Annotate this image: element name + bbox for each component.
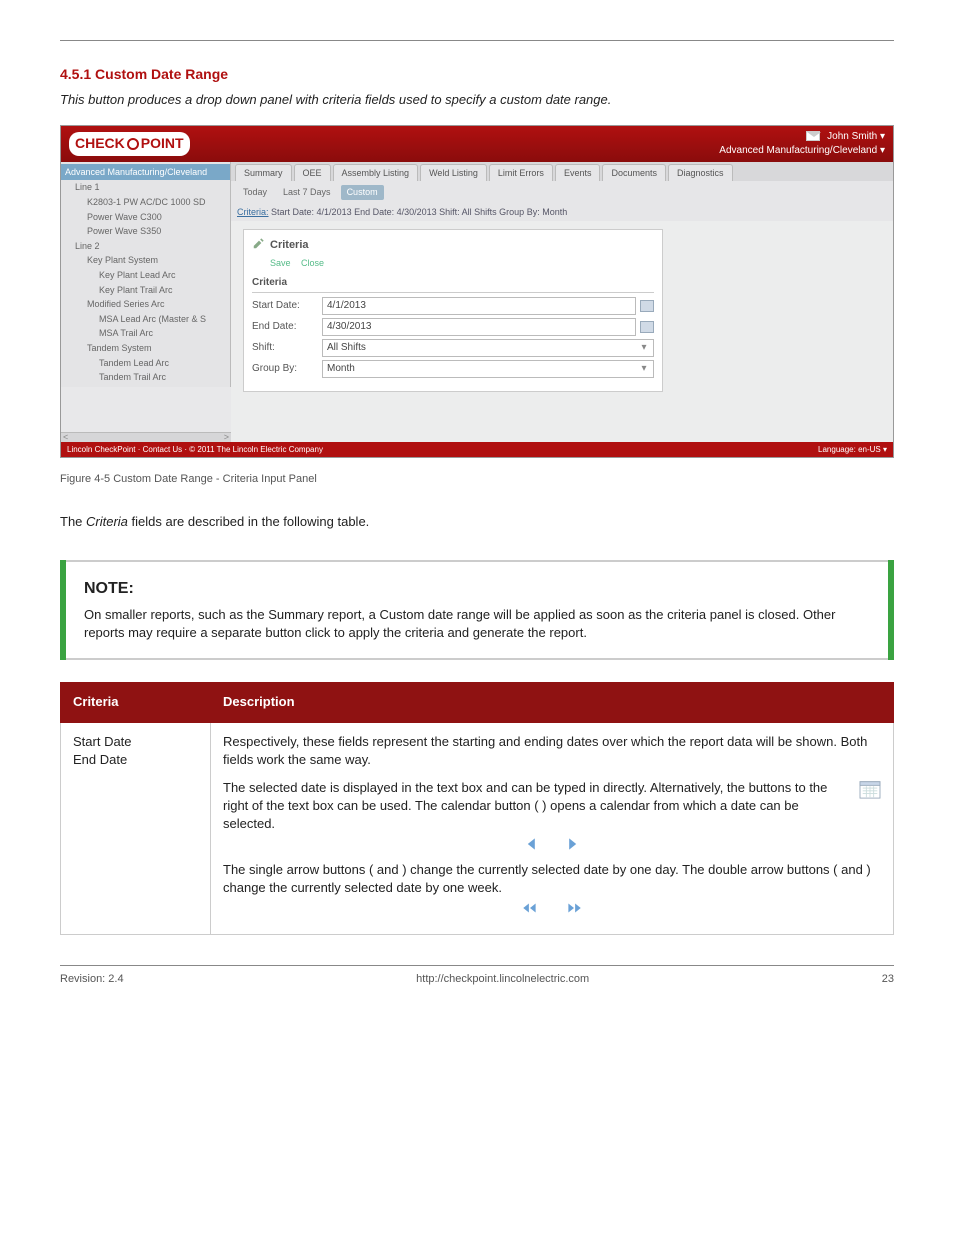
report-tab[interactable]: OEE [294, 164, 331, 182]
calendar-icon[interactable] [640, 300, 654, 312]
groupby-select[interactable]: Month▾ [322, 360, 654, 378]
tree-item[interactable]: Key Plant System [61, 253, 230, 268]
criteria-table: Criteria Description Start Date End Date… [60, 682, 894, 935]
panel-title: Criteria [270, 238, 309, 253]
start-date-label: Start Date: [252, 299, 322, 313]
section-heading: 4.5.1 Custom Date Range [60, 65, 894, 85]
report-tab[interactable]: Documents [602, 164, 666, 182]
tree-item[interactable]: Key Plant Trail Arc [61, 283, 230, 298]
shift-label: Shift: [252, 341, 322, 355]
report-tab[interactable]: Summary [235, 164, 292, 182]
report-tab[interactable]: Assembly Listing [333, 164, 419, 182]
end-date-label: End Date: [252, 320, 322, 334]
note-heading: NOTE: [84, 578, 870, 600]
mail-icon[interactable] [806, 131, 820, 141]
user-block[interactable]: John Smith ▾ Advanced Manufacturing/Clev… [719, 130, 885, 158]
tree-item[interactable]: Tandem System [61, 341, 230, 356]
date-range-tabs: Today Last 7 Days Custom [231, 181, 893, 204]
criteria-summary-text: Start Date: 4/1/2013 End Date: 4/30/2013… [271, 207, 567, 217]
footer-page: 23 [882, 972, 894, 987]
tree-item[interactable]: Line 2 [61, 239, 230, 254]
note-body: On smaller reports, such as the Summary … [84, 606, 870, 642]
app-header: CHECKPOINT John Smith ▾ Advanced Manufac… [61, 126, 893, 162]
footer-left: Lincoln CheckPoint · Contact Us · © 2011… [67, 444, 323, 455]
nav-tree[interactable]: Advanced Manufacturing/Cleveland Line 1K… [61, 162, 231, 387]
tree-item[interactable]: Line 1 [61, 180, 230, 195]
figure-caption: Figure 4-5 Custom Date Range - Criteria … [60, 472, 894, 487]
report-tab[interactable]: Events [555, 164, 601, 182]
tree-item[interactable]: Tandem Lead Arc [61, 356, 230, 371]
double-arrow-right-icon [565, 901, 583, 920]
tree-root[interactable]: Advanced Manufacturing/Cleveland [61, 164, 230, 181]
user-name: John Smith [827, 131, 877, 142]
intro-paragraph: This button produces a drop down panel w… [60, 91, 894, 109]
criteria-panel: Criteria Save Close Criteria Start Date:… [243, 229, 663, 392]
table-row: Start Date End Date Respectively, these … [61, 722, 894, 935]
app-logo: CHECKPOINT [69, 132, 190, 156]
page-footer: Revision: 2.4 http://checkpoint.lincolne… [60, 965, 894, 987]
footer-revision: Revision: 2.4 [60, 972, 124, 987]
note-bar-right [888, 560, 894, 661]
chevron-down-icon: ▾ [639, 362, 649, 376]
groupby-label: Group By: [252, 362, 322, 376]
tree-scrollbar[interactable]: <> [61, 432, 231, 442]
tab-custom[interactable]: Custom [341, 185, 384, 200]
arrow-right-icon [565, 837, 579, 856]
section-title: Custom Date Range [95, 66, 228, 82]
screenshot-figure: CHECKPOINT John Smith ▾ Advanced Manufac… [60, 125, 894, 458]
criteria-summary-line: Criteria: Start Date: 4/1/2013 End Date:… [231, 204, 893, 221]
report-tab[interactable]: Weld Listing [420, 164, 487, 182]
footer-url: http://checkpoint.lincolnelectric.com [416, 972, 589, 987]
chevron-down-icon: ▾ [639, 341, 649, 355]
cell-description: Respectively, these fields represent the… [211, 722, 894, 935]
tree-item[interactable]: Tandem Trail Arc [61, 370, 230, 385]
double-arrow-row [223, 901, 881, 920]
calendar-icon[interactable] [640, 321, 654, 333]
report-tab[interactable]: Diagnostics [668, 164, 733, 182]
criteria-intro: The Criteria fields are described in the… [60, 513, 894, 531]
tab-today[interactable]: Today [237, 185, 273, 200]
section-number: 4.5.1 [60, 66, 91, 82]
tool-icon [252, 236, 266, 255]
tree-item[interactable]: MSA Lead Arc (Master & S [61, 312, 230, 327]
save-link[interactable]: Save [270, 258, 291, 268]
tree-item[interactable]: Key Plant Lead Arc [61, 268, 230, 283]
footer-right[interactable]: Language: en-US ▾ [818, 444, 887, 455]
tree-item[interactable]: MSA Trail Arc [61, 326, 230, 341]
start-date-field[interactable]: 4/1/2013 [322, 297, 636, 315]
criteria-link[interactable]: Criteria: [237, 207, 269, 217]
report-tab[interactable]: Limit Errors [489, 164, 553, 182]
single-arrow-row [223, 837, 881, 856]
double-arrow-left-icon [521, 901, 539, 920]
tree-item[interactable]: K2803-1 PW AC/DC 1000 SD [61, 195, 230, 210]
shift-select[interactable]: All Shifts▾ [322, 339, 654, 357]
note-block: NOTE: On smaller reports, such as the Su… [60, 560, 894, 661]
intro-text: This button produces a drop down panel w… [60, 92, 611, 107]
report-tabs: SummaryOEEAssembly ListingWeld ListingLi… [231, 162, 893, 182]
cell-criteria: Start Date End Date [61, 722, 211, 935]
top-rule [60, 40, 894, 41]
tab-last7[interactable]: Last 7 Days [277, 185, 337, 200]
user-company: Advanced Manufacturing/Cleveland [719, 145, 877, 156]
tree-item[interactable]: Power Wave S350 [61, 224, 230, 239]
arrow-left-icon [525, 837, 539, 856]
th-criteria: Criteria [61, 683, 211, 722]
close-link[interactable]: Close [301, 258, 324, 268]
end-date-field[interactable]: 4/30/2013 [322, 318, 636, 336]
app-footer: Lincoln CheckPoint · Contact Us · © 2011… [61, 442, 893, 457]
th-description: Description [211, 683, 894, 722]
calendar-icon [859, 779, 881, 804]
tree-item[interactable]: Power Wave C300 [61, 210, 230, 225]
panel-section-label: Criteria [252, 276, 654, 293]
tree-item[interactable]: Modified Series Arc [61, 297, 230, 312]
